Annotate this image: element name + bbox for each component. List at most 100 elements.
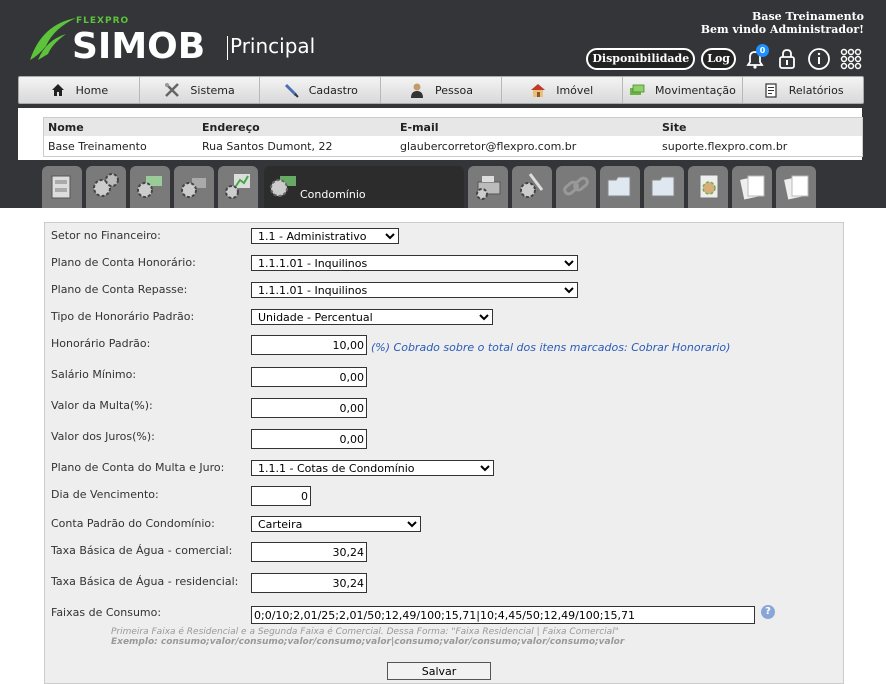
tools-icon [165,83,180,97]
agua-residencial-label: Taxa Básica de Água - residencial: [51,575,239,588]
apps-grid-icon [840,48,862,70]
plano-honorario-select[interactable]: 1.1.1.01 - Inquilinos [251,255,578,271]
company-name: Base Treinamento [752,10,864,23]
simob-logo[interactable]: FLEXPRO SIMOB Principal [28,14,328,70]
user-info: Base Treinamento Bem vindo Administrador… [701,10,864,36]
home-icon [51,84,64,96]
plano-multa-select[interactable]: 1.1.1 - Cotas de Condomínio [251,460,494,476]
agua-comercial-field [251,542,367,562]
conta-padrao-select[interactable]: Carteira [251,516,421,532]
clipboard-gear-icon [699,174,719,199]
apps-button[interactable] [838,46,864,72]
tab-settings-1[interactable] [86,166,126,208]
honorario-hint: (%) Cobrado sobre o total dos itens marc… [371,341,731,354]
vencimento-label: Dia de Vencimento: [51,488,159,501]
tab-condominio-label: Condomínio [300,188,366,201]
setor-field: 1.1 - Administrativo [251,228,399,244]
gear-money-icon [270,176,296,197]
vencimento-input[interactable] [251,486,311,506]
tab-documents-2[interactable] [776,166,816,208]
menu-pessoa[interactable]: Pessoa [381,77,502,103]
save-button[interactable]: Salvar [387,662,491,680]
brand-name: SIMOB [72,26,206,67]
juros-label: Valor dos Juros(%): [51,430,155,443]
agua-residencial-field [251,573,367,593]
agua-comercial-input[interactable] [251,542,367,562]
notifications-button[interactable]: 0 [742,44,769,72]
folder-icon [607,176,631,197]
cell-nome: Base Treinamento [48,139,147,153]
tab-clipboard[interactable] [688,166,728,208]
tab-settings-cash[interactable] [174,166,214,208]
drawer-icon [51,175,71,199]
salario-label: Salário Mínimo: [51,368,137,381]
faixas-field [251,606,755,624]
plano-repasse-field: 1.1.1.01 - Inquilinos [251,282,578,298]
availability-button[interactable]: Disponibilidade [586,48,696,70]
gear-cash-icon [181,178,206,198]
menu-relatorios[interactable]: Relatórios [743,77,863,103]
tab-condominio[interactable]: Condomínio [264,166,464,208]
setor-label: Setor no Financeiro: [51,229,161,242]
house-icon [531,84,546,97]
brand-small: FLEXPRO [76,16,130,26]
plano-repasse-select[interactable]: 1.1.1.01 - Inquilinos [251,282,578,298]
section-tabs: Condomínio [42,166,842,208]
menu-sistema[interactable]: Sistema [140,77,261,103]
menu-movimentacao-label: Movimentação [655,83,736,97]
tipo-honorario-field: Unidade - Percentual [251,309,493,325]
honorario-input[interactable] [251,335,367,355]
salario-input[interactable] [251,367,367,387]
tab-settings-money[interactable] [130,166,170,208]
faixas-input[interactable] [251,606,755,624]
tab-drawer[interactable] [42,166,82,208]
info-button[interactable] [806,46,832,72]
honorario-label: Honorário Padrão: [51,337,151,350]
cell-site: suporte.flexpro.com.br [662,139,788,153]
documents-icon [784,175,809,200]
multa-input[interactable] [251,398,367,418]
top-tools: Disponibilidade Log 0 [586,44,864,74]
lock-button[interactable] [774,46,800,72]
tab-links[interactable] [556,166,596,208]
menu-cadastro[interactable]: Cadastro [260,77,382,103]
plano-multa-label: Plano de Conta do Multa e Juro: [51,461,225,474]
menu-cadastro-label: Cadastro [308,83,358,97]
tab-documents-1[interactable] [732,166,772,208]
gear-money-icon [137,176,162,198]
multa-field [251,398,367,418]
cash-register-icon [476,176,501,200]
vencimento-field [251,486,311,506]
menu-imovel-label: Imóvel [556,83,594,97]
menu-pessoa-label: Pessoa [435,83,473,97]
setor-select[interactable]: 1.1 - Administrativo [251,228,399,244]
tipo-honorario-select[interactable]: Unidade - Percentual [251,309,493,325]
notification-count-badge: 0 [756,44,769,57]
cell-endereco: Rua Santos Dumont, 22 [202,139,333,153]
gear-tools-icon [520,173,544,198]
tab-folder-2[interactable] [644,166,684,208]
tab-settings-chart[interactable] [218,166,258,208]
agua-residencial-input[interactable] [251,573,367,593]
menu-home[interactable]: Home [19,77,140,103]
tab-cash-register[interactable] [468,166,508,208]
juros-input[interactable] [251,429,367,449]
menu-relatorios-label: Relatórios [788,83,844,97]
conta-padrao-field: Carteira [251,516,421,532]
header-nome: Nome [43,117,198,136]
company-info-panel: Nome Endereço E-mail Site Base Treinamen… [18,108,863,160]
juros-field [251,429,367,449]
tab-settings-tools[interactable] [512,166,552,208]
chain-link-icon [563,176,589,196]
agua-comercial-label: Taxa Básica de Água - comercial: [51,544,233,557]
menu-imovel[interactable]: Imóvel [502,77,623,103]
tab-folder-1[interactable] [600,166,640,208]
report-icon [765,83,777,98]
log-button[interactable]: Log [701,48,736,70]
help-icon[interactable]: ? [761,605,775,619]
menu-home-label: Home [75,83,109,97]
menu-movimentacao[interactable]: Movimentação [623,77,744,103]
app-header: FLEXPRO SIMOB Principal Base Treinamento… [0,0,886,208]
lock-icon [779,49,795,69]
honorario-field [251,335,367,355]
